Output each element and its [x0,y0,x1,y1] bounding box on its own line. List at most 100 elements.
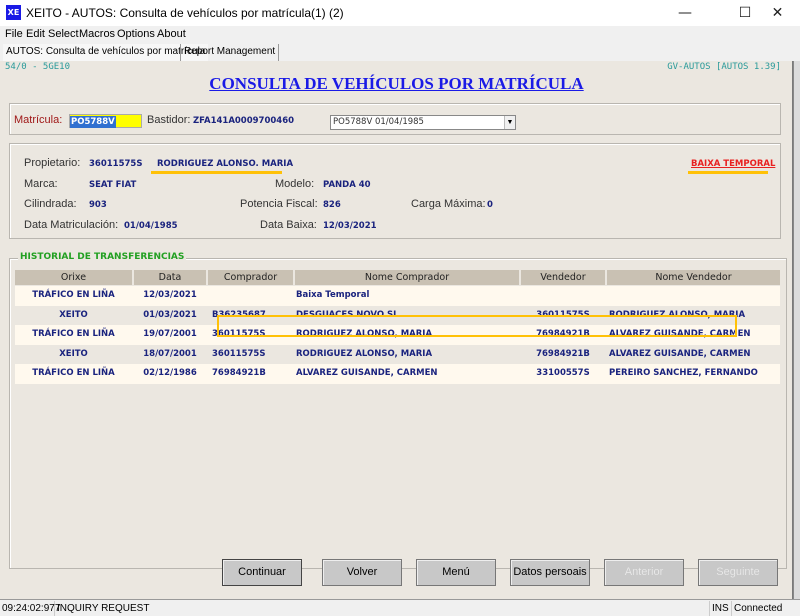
historial-table: Orixe Data Comprador Nome Comprador Vend… [15,270,780,384]
data-matriculacion-label: Data Matriculación: [24,219,119,231]
tab-consulta-vehiculos[interactable]: AUTOS: Consulta de vehículos por matrícu… [3,44,209,61]
cell-comprador: 36011575S [212,348,266,359]
bastidor-value: ZFA141A0009700460 [193,116,295,126]
col-vendedor[interactable]: Vendedor [521,270,605,285]
cell-nome-vendedor: ALVAREZ GUISANDE, CARMEN [609,329,751,339]
tab-report-management[interactable]: Report Management [180,44,280,61]
title-bar: XE XEITO - AUTOS: Consulta de vehículos … [0,0,800,26]
data-matriculacion-value: 01/04/1985 [124,221,178,231]
cell-comprador [212,286,293,305]
cell-nome-comprador: RODRIGUEZ ALONSO, MARIA [296,348,433,359]
data-baixa-label: Data Baixa: [260,219,317,231]
window-frame-right [793,61,800,599]
table-row[interactable]: TRÁFICO EN LIÑA 19/07/2001 36011575S RODRIG… [15,325,780,345]
cell-vendedor: 76984921B [536,329,590,339]
cell-vendedor: 76984921B [536,348,590,359]
propietario-id: 36011575S [89,159,143,169]
close-button[interactable]: ✕ [755,0,800,26]
cell-nome-vendedor: PEREIRO SANCHEZ, FERNANDO [609,368,758,378]
carga-value: 0 [487,200,493,210]
volver-button[interactable]: Volver [322,559,402,586]
cell-nome-comprador: ALVAREZ GUISANDE, CARMEN [296,368,438,378]
cell-comprador: 76984921B [212,368,266,378]
menu-file[interactable]: File [5,28,23,40]
potencia-value: 826 [323,200,341,210]
cell-nome-vendedor: RODRIGUEZ ALONSO, MARIA [609,309,746,320]
cell-nome-vendedor [609,286,780,305]
cell-orixe: TRÁFICO EN LIÑA [32,329,115,339]
propietario-label: Propietario: [24,157,81,169]
cell-orixe: XEITO [59,309,88,320]
table-row[interactable]: TRÁFICO EN LIÑA 02/12/1986 76984921B ALVARE… [15,364,780,384]
anterior-button[interactable]: Anterior [604,559,684,586]
cell-nome-comprador: DESGUACES NOVO SL [296,309,399,320]
propietario-name: RODRIGUEZ ALONSO. MARIA [157,159,294,169]
cell-orixe: TRÁFICO EN LIÑA [32,368,115,378]
potencia-label: Potencia Fiscal: [240,198,318,210]
modelo-label: Modelo: [275,178,315,190]
continuar-button[interactable]: Continuar [222,559,302,586]
seguinte-button[interactable]: Seguinte [698,559,778,586]
menu-button[interactable]: Menú [416,559,496,586]
carga-label: Carga Máxima: [411,198,486,210]
status-time: 09:24:02:977 [2,601,61,616]
cell-vendedor: 33100557S [536,368,590,378]
menu-about[interactable]: About [157,28,186,40]
cell-data: 01/03/2021 [143,309,197,320]
cell-orixe: XEITO [59,348,88,359]
vehicle-info-panel: Propietario: 36011575S RODRIGUEZ ALONSO.… [9,143,781,239]
tab-bar: AUTOS: Consulta de vehículos por matrícu… [0,43,800,61]
cilindrada-label: Cilindrada: [24,198,77,210]
menu-macros[interactable]: Macros [79,28,115,40]
table-row[interactable]: TRÁFICO EN LIÑA 12/03/2021 Baixa Temporal [15,286,780,306]
cell-vendedor [521,286,605,305]
page-title: CONSULTA DE VEHÍCULOS POR MATRÍCULA [209,74,584,93]
menu-select[interactable]: Select [48,28,79,40]
table-row[interactable]: XEITO 01/03/2021 B36235687 DESGUACES NOVO S… [15,305,780,325]
app-icon: XE [6,5,21,20]
marca-value: SEAT FIAT [89,180,137,190]
table-row[interactable]: XEITO 18/07/2001 36011575S RODRIGUEZ ALONSO… [15,344,780,364]
status-message: INQUIRY REQUEST [55,601,710,616]
screen-id: 54/0 - 5GE10 [5,62,71,72]
cell-orixe: TRÁFICO EN LIÑA [32,290,115,300]
cell-nome-comprador: RODRIGUEZ ALONSO, MARIA [296,329,433,339]
table-header: Orixe Data Comprador Nome Comprador Vend… [15,270,780,286]
main-screen: 54/0 - 5GE10 GV-AUTOS [AUTOS 1.39] CONSU… [0,61,793,599]
col-comprador[interactable]: Comprador [208,270,293,285]
col-nome-vendedor[interactable]: Nome Vendedor [607,270,780,285]
menu-edit[interactable]: Edit [26,28,45,40]
cell-data: 02/12/1986 [143,368,197,378]
vehicle-dropdown[interactable]: PO5788V 01/04/1985 ▼ [330,115,516,130]
table-body: TRÁFICO EN LIÑA 12/03/2021 Baixa Temporal X… [15,286,780,384]
col-data[interactable]: Data [134,270,206,285]
cell-data: 12/03/2021 [143,290,197,300]
cell-comprador: B36235687 [212,309,266,320]
search-panel: Matrícula: PO5788V Bastidor: ZFA141A0009… [9,103,781,135]
historial-panel: HISTORIAL DE TRANSFERENCIAS Orixe Data C… [9,252,787,569]
bastidor-label: Bastidor: [147,114,191,126]
cell-data: 19/07/2001 [143,329,197,339]
col-orixe[interactable]: Orixe [15,270,132,285]
status-connection: Connected [734,603,783,614]
col-nome-comprador[interactable]: Nome Comprador [295,270,519,285]
menu-bar: File Edit Select Macros Options About [0,26,800,43]
status-highlight [688,171,768,174]
status-mode: INS [710,601,732,616]
minimize-button[interactable]: — [662,0,708,26]
window-title: XEITO - AUTOS: Consulta de vehículos por… [26,6,344,20]
dropdown-selected: PO5788V 01/04/1985 [333,117,424,127]
historial-title: HISTORIAL DE TRANSFERENCIAS [18,252,187,262]
matricula-value: PO5788V [70,116,116,128]
propietario-highlight [151,171,282,174]
modelo-value: PANDA 40 [323,180,371,190]
matricula-input[interactable]: PO5788V [69,114,142,128]
menu-options[interactable]: Options [117,28,155,40]
datos-persoais-button[interactable]: Datos persoais [510,559,590,586]
cilindrada-value: 903 [89,200,107,210]
status-bar: 09:24:02:977 INQUIRY REQUEST INS Connect… [0,599,800,616]
status-badge: BAIXA TEMPORAL [691,159,776,169]
chevron-down-icon[interactable]: ▼ [504,116,515,129]
marca-label: Marca: [24,178,58,190]
matricula-label: Matrícula: [14,114,63,126]
